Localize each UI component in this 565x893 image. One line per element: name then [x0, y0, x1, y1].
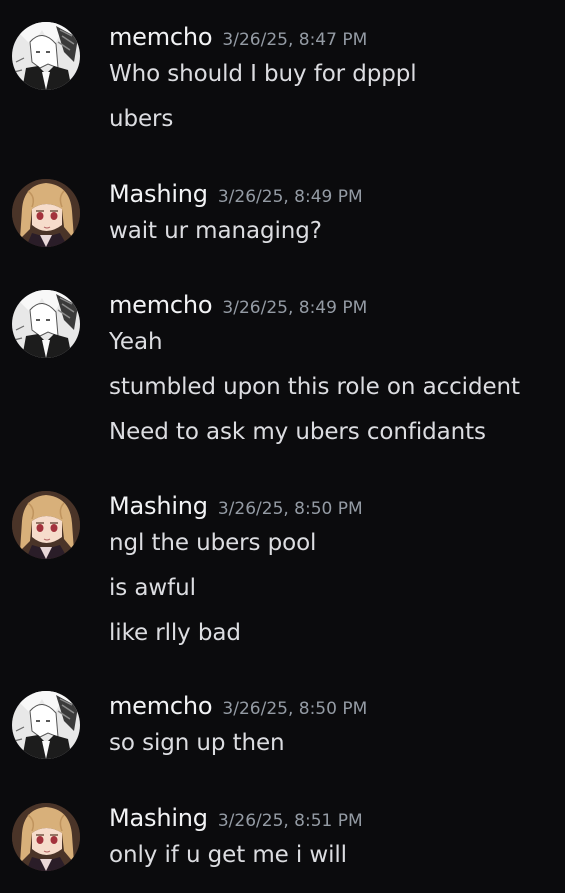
- anime-blonde-girl-avatar-icon: [12, 803, 80, 871]
- anime-blonde-girl-avatar-icon: [12, 179, 80, 247]
- avatar[interactable]: [12, 22, 80, 90]
- message-line: ubers: [109, 106, 174, 132]
- username[interactable]: memcho: [109, 692, 213, 720]
- message-line: like rlly bad: [109, 620, 241, 646]
- timestamp[interactable]: 3/26/25, 8:50 PM: [222, 699, 367, 719]
- message-line: so sign up then: [109, 730, 285, 756]
- message-header: memcho 3/26/25, 8:50 PM: [109, 691, 367, 724]
- message-header: Mashing 3/26/25, 8:50 PM: [109, 491, 363, 524]
- username[interactable]: memcho: [109, 23, 213, 51]
- timestamp[interactable]: 3/26/25, 8:49 PM: [218, 187, 363, 207]
- message-line: Yeah: [109, 329, 163, 355]
- avatar[interactable]: [12, 803, 80, 871]
- message-line: ngl the ubers pool: [109, 530, 317, 556]
- message-line: is awful: [109, 575, 196, 601]
- username[interactable]: Mashing: [109, 180, 208, 208]
- message-header: memcho 3/26/25, 8:47 PM: [109, 22, 367, 55]
- anime-white-hair-avatar-icon: [12, 691, 80, 759]
- message-line: wait ur managing?: [109, 218, 322, 244]
- avatar[interactable]: [12, 290, 80, 358]
- avatar[interactable]: [12, 691, 80, 759]
- message-header: Mashing 3/26/25, 8:51 PM: [109, 803, 363, 836]
- timestamp[interactable]: 3/26/25, 8:47 PM: [222, 30, 367, 50]
- message-line: Need to ask my ubers confidants: [109, 419, 486, 445]
- username[interactable]: memcho: [109, 291, 213, 319]
- timestamp[interactable]: 3/26/25, 8:51 PM: [218, 811, 363, 831]
- username[interactable]: Mashing: [109, 804, 208, 832]
- timestamp[interactable]: 3/26/25, 8:50 PM: [218, 499, 363, 519]
- message-line: Who should I buy for dpppl: [109, 61, 417, 87]
- message-line: only if u get me i will: [109, 842, 347, 868]
- timestamp[interactable]: 3/26/25, 8:49 PM: [222, 298, 367, 318]
- anime-white-hair-avatar-icon: [12, 290, 80, 358]
- avatar[interactable]: [12, 179, 80, 247]
- message-header: memcho 3/26/25, 8:49 PM: [109, 290, 367, 323]
- message-line: stumbled upon this role on accident: [109, 374, 520, 400]
- anime-blonde-girl-avatar-icon: [12, 491, 80, 559]
- username[interactable]: Mashing: [109, 492, 208, 520]
- anime-white-hair-avatar-icon: [12, 22, 80, 90]
- avatar[interactable]: [12, 491, 80, 559]
- message-header: Mashing 3/26/25, 8:49 PM: [109, 179, 363, 212]
